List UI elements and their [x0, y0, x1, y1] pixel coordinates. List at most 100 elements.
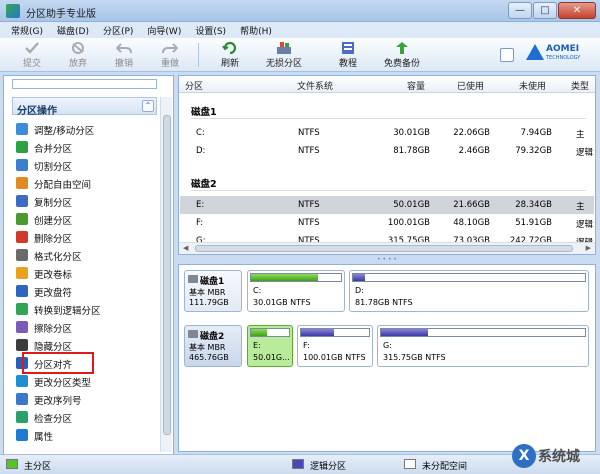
menu-partition[interactable]: 分区(P) — [96, 22, 140, 38]
horizontal-scrollbar-thumb[interactable] — [195, 245, 573, 252]
partition-letter: D: — [355, 286, 364, 295]
cell-used: 2.46GB — [458, 146, 490, 156]
disk-name: 磁盘1 — [200, 277, 225, 287]
menu-general[interactable]: 常规(G) — [4, 22, 50, 38]
tutorial-icon — [342, 42, 354, 54]
operation-label: 隐藏分区 — [34, 342, 73, 353]
operation-icon — [16, 249, 28, 261]
disk-type: 基本 MBR — [189, 288, 226, 297]
operation-item[interactable]: 分配自由空间 — [16, 174, 156, 192]
commit-button[interactable]: 提交 — [10, 40, 54, 70]
operation-item[interactable]: 复制分区 — [16, 192, 156, 210]
free-backup-button[interactable]: 免费备份 — [380, 40, 424, 70]
operation-item[interactable]: 转换到逻辑分区 — [16, 300, 156, 318]
menu-wizard[interactable]: 向导(W) — [140, 22, 188, 38]
legend-logical-swatch — [292, 459, 304, 469]
table-header: 分区 文件系统 容量 已使用 未使用 类型 — [179, 76, 595, 93]
options-checkbox-icon[interactable] — [500, 48, 514, 62]
column-type[interactable]: 类型 — [571, 79, 589, 92]
cell-used: 48.10GB — [453, 218, 490, 228]
disk-type: 基本 MBR — [189, 343, 226, 352]
watermark-text: 系统城 — [538, 449, 580, 465]
disk-card[interactable]: 磁盘1 基本 MBR 111.79GB — [184, 270, 242, 312]
panel-splitter[interactable]: • • • • — [178, 256, 596, 264]
column-partition[interactable]: 分区 — [185, 79, 203, 92]
left-scrollbar[interactable] — [160, 97, 172, 452]
operation-item[interactable]: 合并分区 — [16, 138, 156, 156]
cell-partition: E: — [196, 200, 205, 210]
operation-icon — [16, 339, 28, 351]
operation-item[interactable]: 检查分区 — [16, 408, 156, 426]
window-title: 分区助手专业版 — [26, 9, 96, 20]
operation-item[interactable]: 擦除分区 — [16, 318, 156, 336]
undo-button[interactable]: 撤销 — [102, 40, 146, 70]
refresh-button[interactable]: 刷新 — [208, 40, 252, 70]
operation-label: 更改卷标 — [34, 270, 73, 281]
partition-block[interactable]: D: 81.78GB NTFS — [349, 270, 589, 312]
left-scrollbar-thumb[interactable] — [163, 115, 171, 435]
operation-icon — [16, 177, 28, 189]
table-row[interactable]: E: NTFS 50.01GB 21.66GB 28.34GB 主 — [180, 196, 594, 214]
tutorial-button[interactable]: 教程 — [326, 40, 370, 70]
operation-item[interactable]: 创建分区 — [16, 210, 156, 228]
operation-item[interactable]: 更改序列号 — [16, 390, 156, 408]
scroll-right-icon[interactable]: ▶ — [586, 244, 591, 252]
menu-help[interactable]: 帮助(H) — [233, 22, 279, 38]
collapse-button[interactable]: ⌃ — [142, 100, 154, 112]
cell-capacity: 50.01GB — [393, 200, 430, 210]
partition-usage-fill — [381, 329, 428, 336]
operation-item[interactable]: 更改盘符 — [16, 282, 156, 300]
toolbar: 提交 放弃 撤销 重做 刷新 无损分区 教程 免费备份 AOMEI TECHNO… — [0, 38, 600, 72]
operation-item[interactable]: 属性 — [16, 426, 156, 444]
column-capacity[interactable]: 容量 — [407, 79, 425, 92]
partition-block[interactable]: G: 315.75GB NTFS — [377, 325, 589, 367]
cell-capacity: 100.01GB — [387, 218, 430, 228]
disk-card[interactable]: 磁盘2 基本 MBR 465.76GB — [184, 325, 242, 367]
partition-block[interactable]: F: 100.01GB NTFS — [297, 325, 373, 367]
column-filesystem[interactable]: 文件系统 — [297, 79, 333, 92]
menu-bar: 常规(G) 磁盘(D) 分区(P) 向导(W) 设置(S) 帮助(H) — [0, 22, 600, 38]
operation-icon — [16, 429, 28, 441]
operation-item[interactable]: 格式化分区 — [16, 246, 156, 264]
minimize-button[interactable]: — — [508, 2, 532, 19]
horizontal-scrollbar[interactable]: ◀ ▶ — [179, 242, 595, 254]
operation-icon — [16, 411, 28, 423]
operation-item[interactable]: 调整/移动分区 — [16, 120, 156, 138]
close-button[interactable]: ✕ — [558, 2, 596, 19]
cell-capacity: 81.78GB — [393, 146, 430, 156]
left-search-box[interactable] — [12, 79, 157, 89]
legend-primary-label: 主分区 — [24, 462, 52, 472]
menu-disk[interactable]: 磁盘(D) — [50, 22, 96, 38]
disk-group-divider — [191, 190, 586, 191]
column-used[interactable]: 已使用 — [457, 79, 484, 92]
refresh-icon — [222, 41, 237, 55]
partition-block[interactable]: C: 30.01GB NTFS — [247, 270, 345, 312]
operation-item[interactable]: 删除分区 — [16, 228, 156, 246]
maximize-button[interactable]: □ — [533, 2, 557, 19]
partition-usage-bar — [380, 328, 586, 337]
partition-usage-fill — [251, 329, 268, 336]
operation-item[interactable]: 更改卷标 — [16, 264, 156, 282]
table-row[interactable]: D: NTFS 81.78GB 2.46GB 79.32GB 逻辑 — [180, 142, 594, 160]
cell-used: 21.66GB — [453, 200, 490, 210]
operation-item[interactable]: 切割分区 — [16, 156, 156, 174]
scroll-left-icon[interactable]: ◀ — [183, 244, 188, 252]
left-panel: 分区操作 ⌃ 调整/移动分区 合并分区 切割分区 分配自由空间 复制分区 创建分区 删除分区… — [3, 75, 174, 455]
operation-label: 更改盘符 — [34, 288, 73, 299]
title-bar: 分区助手专业版 — □ ✕ — [0, 0, 600, 22]
redo-button[interactable]: 重做 — [148, 40, 192, 70]
partition-block[interactable]: E: 50.01G... — [247, 325, 293, 367]
table-row[interactable]: C: NTFS 30.01GB 22.06GB 7.94GB 主 — [180, 124, 594, 142]
lossless-partition-button[interactable]: 无损分区 — [262, 40, 306, 70]
disk-group-divider — [191, 118, 586, 119]
cell-capacity: 30.01GB — [393, 128, 430, 138]
cell-free: 28.34GB — [515, 200, 552, 210]
table-row[interactable]: F: NTFS 100.01GB 48.10GB 51.91GB 逻辑 — [180, 214, 594, 232]
menu-settings[interactable]: 设置(S) — [188, 22, 233, 38]
logo-triangle-icon — [526, 44, 544, 60]
partition-letter: F: — [303, 341, 310, 350]
discard-button[interactable]: 放弃 — [56, 40, 100, 70]
operation-item[interactable]: 更改分区类型 — [16, 372, 156, 390]
column-free[interactable]: 未使用 — [519, 79, 546, 92]
operation-icon — [16, 393, 28, 405]
